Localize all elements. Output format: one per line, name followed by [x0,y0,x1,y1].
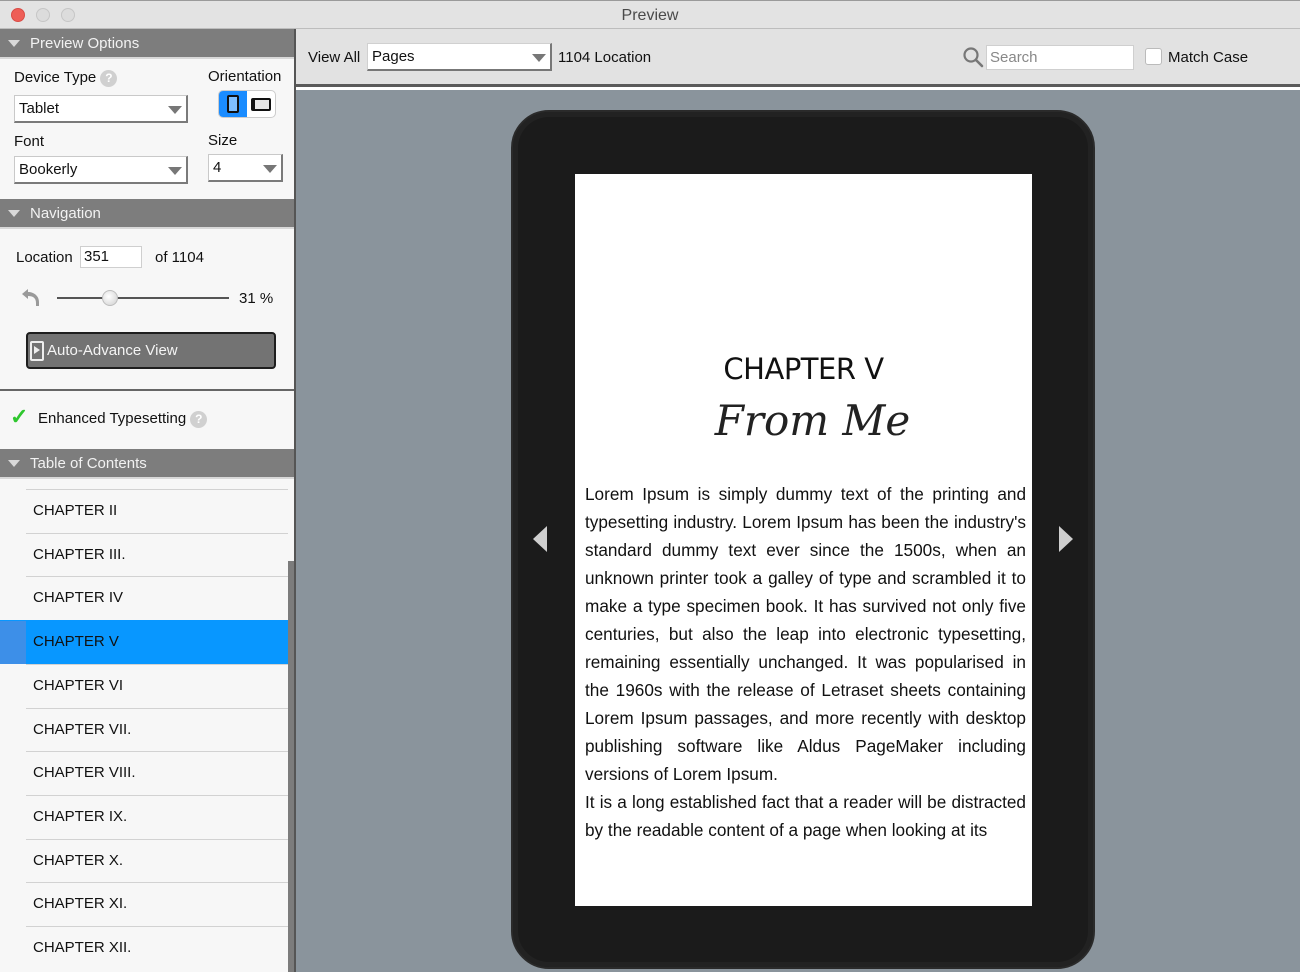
font-value: Bookerly [19,161,78,178]
view-all-label: View All [308,49,361,66]
search-icon [963,47,984,68]
orientation-toggle [218,90,276,118]
view-mode-select[interactable]: Pages [367,43,552,71]
orientation-label: Orientation [208,68,282,85]
paragraph: Lorem Ipsum is simply dummy text of the … [585,484,1026,784]
chevron-down-icon [532,54,546,62]
window-titlebar: Preview [0,0,1300,29]
chevron-down-icon [263,165,277,173]
chevron-down-icon [168,167,182,175]
progress-percent: 31 % [239,290,274,307]
paragraph: It is a long established fact that a rea… [585,792,1026,840]
disclosure-triangle-icon [8,39,20,47]
book-body-text: Lorem Ipsum is simply dummy text of the … [585,480,1026,844]
preview-options-header[interactable]: Preview Options [0,29,294,59]
device-type-select[interactable]: Tablet [14,95,188,123]
toc-item[interactable]: CHAPTER VIII. [26,751,288,795]
next-page-arrow-icon[interactable] [1059,526,1073,552]
location-total: of 1104 [155,249,204,266]
toc-item[interactable]: CHAPTER III. [26,532,288,577]
section-divider [0,389,294,391]
play-tablet-icon [30,340,44,361]
book-page: CHAPTER V From Me Lorem Ipsum is simply … [575,174,1032,906]
toc-scrollbar[interactable] [288,561,294,972]
disclosure-triangle-icon [8,459,20,467]
navigation-header[interactable]: Navigation [0,199,294,229]
chapter-subtitle: From Me [714,396,911,445]
size-value: 4 [213,159,222,176]
match-case-label: Match Case [1168,49,1249,66]
device-type-text: Device Type [14,69,97,86]
preview-options-title: Preview Options [30,34,140,52]
portrait-tablet-icon [227,95,239,113]
size-select[interactable]: 4 [208,154,283,182]
navigation-title: Navigation [30,204,101,222]
match-case-checkbox[interactable] [1145,48,1162,65]
window-title: Preview [621,7,679,24]
toc-header[interactable]: Table of Contents [0,449,294,479]
size-label: Size [208,132,238,149]
sidebar: Preview Options Device Type ? Orientatio… [0,29,296,972]
toc-item[interactable]: CHAPTER VII. [26,707,288,752]
help-icon[interactable]: ? [100,69,118,87]
chevron-down-icon [168,106,182,114]
view-mode-value: Pages [372,48,415,65]
toc-item[interactable]: CHAPTER XI. [26,882,288,926]
auto-advance-view-button[interactable]: Auto-Advance View [26,332,276,369]
previous-page-arrow-icon[interactable] [533,526,547,552]
font-select[interactable]: Bookerly [14,156,188,184]
toc-title: Table of Contents [30,454,147,472]
undo-icon[interactable] [20,286,42,308]
toolbar: View All Pages 1104 Location Search Matc… [296,29,1300,87]
device-type-value: Tablet [19,100,60,117]
orientation-portrait-button[interactable] [219,91,247,117]
checkmark-icon[interactable]: ✓ [10,404,28,430]
preview-canvas: CHAPTER V From Me Lorem Ipsum is simply … [296,90,1300,972]
location-slider-thumb[interactable] [102,290,119,306]
enhanced-typesetting-text: Enhanced Typesetting [38,410,187,427]
disclosure-triangle-icon [8,209,20,217]
toc-item[interactable]: CHAPTER X. [26,838,288,883]
landscape-tablet-icon [251,97,271,111]
toc-item[interactable]: CHAPTER VI [26,663,288,708]
toc-item[interactable]: CHAPTER II [26,489,288,533]
toc-item[interactable]: CHAPTER IX. [26,794,288,839]
font-label: Font [14,133,45,150]
toc-item[interactable]: CHAPTER IV [26,576,288,620]
help-icon[interactable]: ? [190,410,208,428]
toc-item-active[interactable]: CHAPTER V [0,620,288,665]
chapter-title: CHAPTER V [723,352,884,386]
location-input[interactable]: 351 [80,246,142,268]
search-input[interactable]: Search [986,45,1134,70]
location-slider-track[interactable] [57,297,229,299]
location-count: 1104 Location [558,49,652,66]
auto-advance-label: Auto-Advance View [47,342,178,359]
device-type-label: Device Type ? [14,69,118,87]
orientation-landscape-button[interactable] [247,91,275,117]
tablet-device-frame: CHAPTER V From Me Lorem Ipsum is simply … [511,110,1095,969]
enhanced-typesetting-label: Enhanced Typesetting ? [38,410,208,428]
toc-item[interactable]: CHAPTER XII. [26,926,288,970]
location-label: Location [16,249,73,266]
